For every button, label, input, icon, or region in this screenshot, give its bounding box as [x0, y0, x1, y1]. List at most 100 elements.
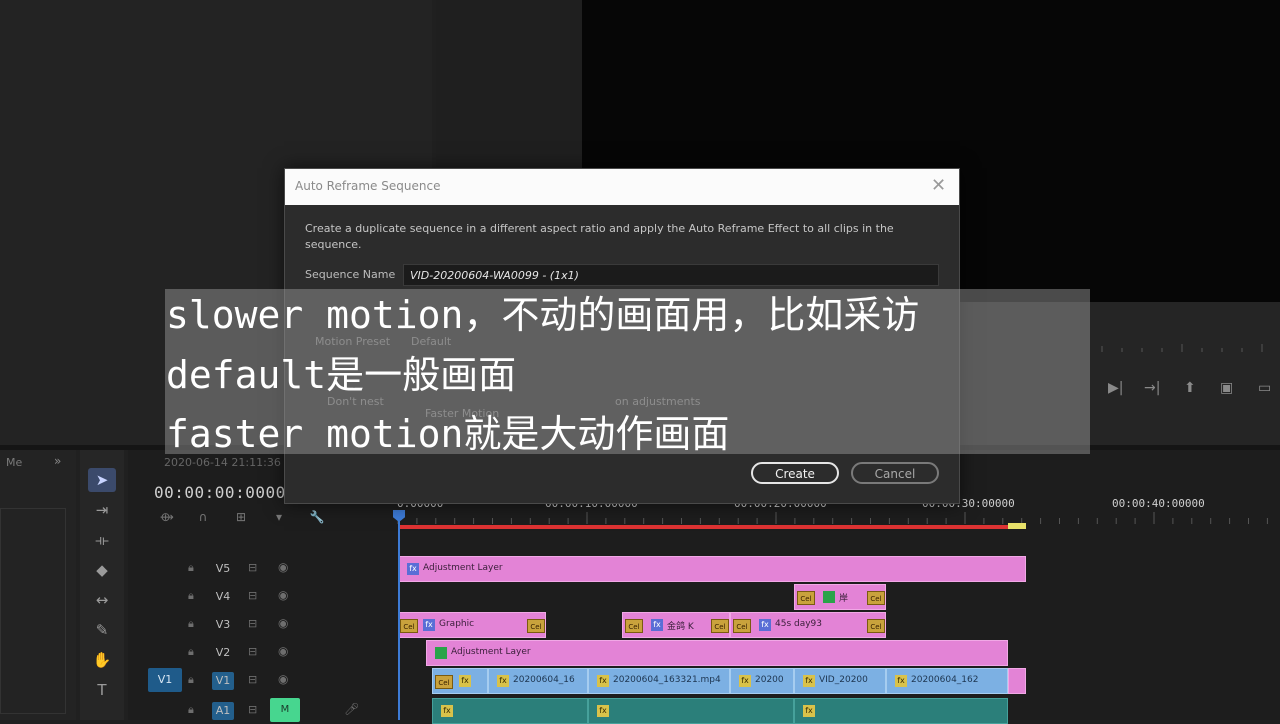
ruler-ticks — [397, 512, 1268, 524]
nest-icon[interactable]: ⟴ — [158, 508, 176, 526]
sync-lock-icon[interactable]: ⊟ — [248, 673, 257, 686]
track-header-v3: 🔒︎ V3 ⊟ ◉ — [138, 612, 396, 638]
fx-badge-icon: fx — [407, 563, 419, 575]
lock-icon[interactable]: 🔒︎ — [188, 673, 194, 687]
step-forward-icon[interactable]: ▶| — [1108, 380, 1123, 396]
audio-clip-a1-c[interactable]: fx — [794, 698, 1008, 724]
eye-icon[interactable]: ◉ — [278, 560, 288, 574]
clip-v1-d[interactable]: fx VID_20200 — [794, 668, 886, 694]
track-header-v1: V1 🔒︎ V1 ⊟ ◉ — [138, 668, 396, 694]
sequence-name-input[interactable]: VID-20200604-WA0099 - (1x1) — [403, 264, 939, 286]
project-tab-label[interactable]: Me — [6, 456, 22, 469]
subtitle-line-3: faster motion就是大动作画面 — [166, 412, 730, 456]
insert-icon[interactable]: ▭ — [1258, 380, 1271, 396]
timeline-settings-icon[interactable]: 🔧 — [308, 508, 326, 526]
razor-tool-icon[interactable]: ◆ — [88, 558, 116, 582]
track-name[interactable]: A1 — [212, 702, 234, 720]
timecode-display[interactable]: 00:00:00:00000 — [154, 483, 296, 502]
clip-v4[interactable]: Cel 岸 Cel — [794, 584, 886, 610]
create-button[interactable]: Create — [751, 462, 839, 484]
sync-lock-icon[interactable]: ⊟ — [248, 589, 257, 602]
microphone-icon[interactable]: 🎤︎ — [344, 702, 359, 716]
fx-badge-icon: fx — [441, 705, 453, 717]
type-tool-icon[interactable]: T — [88, 678, 116, 702]
lock-icon[interactable]: 🔒︎ — [188, 645, 194, 659]
fx-badge-icon: fx — [895, 675, 907, 687]
clip-v1-e[interactable]: fx 20200604_162 — [886, 668, 1008, 694]
lock-icon[interactable]: 🔒︎ — [188, 617, 194, 631]
subtitle-line-1: slower motion，不动的画面用，比如采访 — [166, 293, 920, 337]
cel-badge-icon: Cel — [867, 591, 885, 605]
dialog-description: Create a duplicate sequence in a differe… — [305, 222, 894, 251]
sync-lock-icon[interactable]: ⊟ — [248, 561, 257, 574]
source-patch-v1[interactable]: V1 — [148, 668, 182, 692]
audio-clip-a1-a[interactable]: fx — [432, 698, 588, 724]
go-to-out-icon[interactable]: →| — [1144, 380, 1160, 396]
fx-badge-icon: fx — [803, 675, 815, 687]
fx-badge-icon: fx — [497, 675, 509, 687]
lock-icon[interactable]: 🔒︎ — [188, 589, 194, 603]
selection-tool-icon[interactable]: ➤ — [88, 468, 116, 492]
clip-v1-0[interactable]: Cel fx — [432, 668, 488, 694]
eye-icon[interactable]: ◉ — [278, 644, 288, 658]
clip-v1-b[interactable]: fx 20200604_163321.mp4 — [588, 668, 730, 694]
clip-v1-end[interactable] — [1008, 668, 1026, 694]
eye-icon[interactable]: ◉ — [278, 588, 288, 602]
cel-badge-icon: Cel — [527, 619, 545, 633]
cel-badge-icon: Cel — [797, 591, 815, 605]
slip-tool-icon[interactable]: ↔ — [88, 588, 116, 612]
clip-adjustment-layer-v2[interactable]: Adjustment Layer — [426, 640, 1008, 666]
track-name[interactable]: V2 — [212, 644, 234, 662]
subtitle-line-2: default是一般画面 — [166, 353, 517, 397]
panel-overflow-icon[interactable]: » — [54, 454, 61, 468]
fx-badge-icon: fx — [739, 675, 751, 687]
export-frame-icon[interactable]: ▣ — [1220, 380, 1233, 396]
playhead-line[interactable] — [398, 510, 400, 720]
track-select-tool-icon[interactable]: ⇥ — [88, 498, 116, 522]
track-name[interactable]: V5 — [212, 560, 234, 578]
track-header-v2: 🔒︎ V2 ⊟ ◉ — [138, 640, 396, 666]
fx-badge-icon: fx — [651, 619, 663, 631]
project-panel: Me » — [0, 450, 76, 720]
dialog-title: Auto Reframe Sequence — [295, 179, 441, 193]
add-marker-icon[interactable]: ▾ — [270, 508, 288, 526]
cel-badge-icon: Cel — [711, 619, 729, 633]
lift-icon[interactable]: ⬆ — [1184, 380, 1196, 396]
track-name[interactable]: V4 — [212, 588, 234, 606]
hand-tool-icon[interactable]: ✋ — [88, 648, 116, 672]
pen-tool-icon[interactable]: ✎ — [88, 618, 116, 642]
lock-icon[interactable]: 🔒︎ — [188, 561, 194, 575]
eye-icon[interactable]: ◉ — [278, 616, 288, 630]
fx-badge-icon: fx — [597, 705, 609, 717]
work-area-bar[interactable] — [398, 525, 1026, 529]
linked-selection-icon[interactable]: ⊞ — [232, 508, 250, 526]
fx-badge-icon: fx — [759, 619, 771, 631]
clip-v1-a[interactable]: fx 20200604_16 — [488, 668, 588, 694]
lock-icon[interactable]: 🔒︎ — [188, 703, 194, 717]
sequence-date: 2020-06-14 21:11:36 — [164, 456, 281, 469]
cel-badge-icon: Cel — [400, 619, 418, 633]
eye-icon[interactable]: ◉ — [278, 672, 288, 686]
clip-v1-c[interactable]: fx 20200 — [730, 668, 794, 694]
track-name[interactable]: V1 — [212, 672, 234, 690]
cancel-button[interactable]: Cancel — [851, 462, 939, 484]
sync-lock-icon[interactable]: ⊟ — [248, 645, 257, 658]
fx-badge-icon: fx — [803, 705, 815, 717]
sync-lock-icon[interactable]: ⊟ — [248, 703, 257, 716]
ripple-edit-tool-icon[interactable]: ⟛ — [88, 528, 116, 552]
track-name[interactable]: V3 — [212, 616, 234, 634]
cel-badge-icon: Cel — [867, 619, 885, 633]
fx-badge-icon — [823, 591, 835, 603]
snap-icon[interactable]: ∩ — [194, 508, 212, 526]
clip-graphic-v3[interactable]: Cel fx Graphic Cel — [398, 612, 546, 638]
work-area-end[interactable] — [1008, 523, 1026, 529]
clip-text-v3b[interactable]: Cel fx 45s day93 Cel — [730, 612, 886, 638]
mute-button[interactable]: M — [270, 698, 300, 722]
close-icon[interactable]: ✕ — [931, 175, 946, 196]
program-ruler — [1101, 344, 1263, 352]
clip-text-v3[interactable]: Cel fx 金鸽 K Cel — [622, 612, 730, 638]
audio-clip-a1-b[interactable]: fx — [588, 698, 794, 724]
clip-adjustment-layer-v5[interactable]: fx Adjustment Layer — [398, 556, 1026, 582]
fx-badge-icon: fx — [423, 619, 435, 631]
sync-lock-icon[interactable]: ⊟ — [248, 617, 257, 630]
